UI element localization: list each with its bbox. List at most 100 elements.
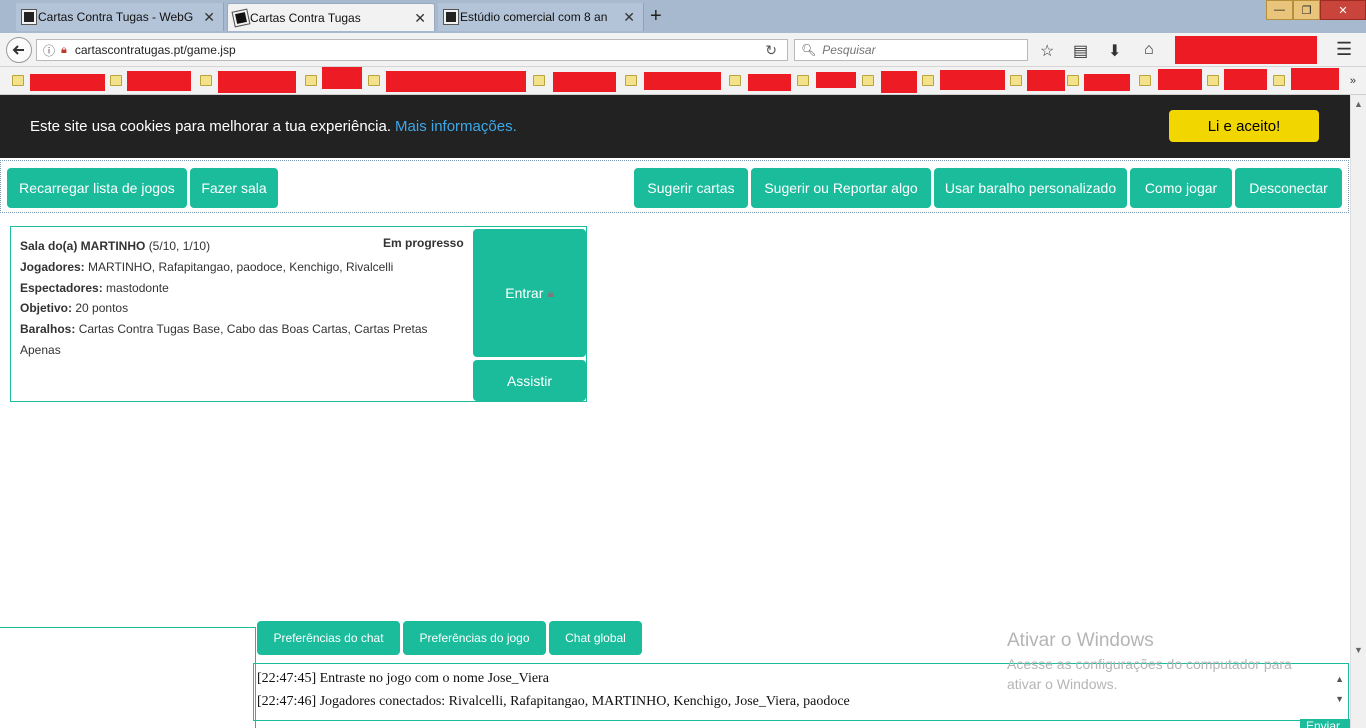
tab-title: Cartas Contra Tugas	[250, 10, 361, 25]
scroll-up-icon[interactable]: ▲	[1354, 99, 1363, 109]
suggest-cards-button[interactable]: Sugerir cartas	[634, 168, 748, 208]
watermark-subtitle: Acesse as configurações do computador pa…	[1007, 656, 1292, 692]
redacted-block	[1175, 36, 1317, 64]
scroll-down-icon[interactable]: ▼	[1354, 645, 1363, 655]
more-info-link[interactable]: Mais informações.	[395, 118, 517, 135]
browser-tab-1[interactable]: Cartas Contra Tugas - WebG ✕	[16, 3, 224, 31]
tab-chat-preferences[interactable]: Preferências do chat	[257, 621, 400, 655]
redacted-bookmark[interactable]	[386, 71, 526, 92]
info-icon[interactable]: ⓘ	[43, 42, 55, 59]
bookmark-folder-icon[interactable]	[368, 75, 380, 86]
site-favicon-icon	[443, 9, 459, 25]
redacted-bookmark[interactable]	[940, 70, 1005, 90]
reload-icon[interactable]: ↻	[765, 42, 777, 59]
suggest-report-button[interactable]: Sugerir ou Reportar algo	[751, 168, 931, 208]
bookmark-folder-icon[interactable]	[200, 75, 212, 86]
search-input[interactable]	[822, 43, 1023, 57]
accept-cookies-button[interactable]: Li e aceito!	[1169, 110, 1319, 142]
join-label: Entrar	[505, 285, 544, 301]
tab-close-icon[interactable]: ✕	[623, 9, 635, 26]
game-room-card: Sala do(a) MARTINHO (5/10, 1/10) Jogador…	[10, 226, 587, 402]
tab-title: Cartas Contra Tugas - WebG	[38, 10, 194, 24]
minimize-button[interactable]: —	[1266, 0, 1293, 20]
download-icon[interactable]: ⬇	[1108, 41, 1121, 61]
search-bar[interactable]: 🔍︎	[794, 39, 1028, 61]
home-icon[interactable]: ⌂	[1144, 41, 1154, 59]
tab-game-preferences[interactable]: Preferências do jogo	[403, 621, 546, 655]
reload-games-button[interactable]: Recarregar lista de jogos	[7, 168, 187, 208]
bookmark-folder-icon[interactable]	[922, 75, 934, 86]
lock-icon: 🔒︎	[547, 285, 554, 300]
bookmark-folder-icon[interactable]	[533, 75, 545, 86]
redacted-bookmark[interactable]	[553, 72, 616, 92]
room-info: Sala do(a) MARTINHO (5/10, 1/10) Jogador…	[20, 236, 470, 361]
game-toolbar: Recarregar lista de jogos Fazer sala Sug…	[0, 160, 1349, 213]
redacted-bookmark[interactable]	[1084, 74, 1130, 91]
browser-tab-strip: Cartas Contra Tugas - WebG ✕ Cartas Cont…	[0, 0, 1366, 33]
custom-deck-button[interactable]: Usar baralho personalizado	[934, 168, 1127, 208]
watch-room-button[interactable]: Assistir	[473, 360, 586, 401]
windows-activation-watermark: Ativar o Windows Acesse as configurações…	[1007, 630, 1327, 694]
browser-tab-2[interactable]: Cartas Contra Tugas ✕	[227, 3, 435, 31]
redacted-bookmark[interactable]	[30, 74, 105, 91]
redacted-bookmark[interactable]	[1291, 68, 1339, 90]
search-icon: 🔍︎	[801, 43, 817, 57]
hamburger-menu-icon[interactable]: ☰	[1336, 39, 1352, 60]
restore-button[interactable]: ❐	[1293, 0, 1320, 20]
join-room-button[interactable]: Entrar 🔒︎	[473, 229, 586, 357]
new-tab-button[interactable]: +	[650, 5, 662, 28]
insecure-lock-icon[interactable]: 🔒︎	[61, 44, 67, 57]
spectators-list: mastodonte	[106, 280, 169, 295]
page-scrollbar[interactable]: ▲ ▼	[1350, 95, 1366, 728]
back-arrow-icon[interactable]	[6, 37, 32, 63]
bookmarks-overflow-icon[interactable]: »	[1350, 75, 1356, 87]
goal-label: Objetivo:	[20, 301, 73, 316]
bookmark-folder-icon[interactable]	[625, 75, 637, 86]
redacted-bookmark[interactable]	[644, 72, 721, 90]
page-content: Este site usa cookies para melhorar a tu…	[0, 95, 1350, 728]
bookmark-folder-icon[interactable]	[797, 75, 809, 86]
browser-tab-3[interactable]: Estúdio comercial com 8 an ✕	[438, 3, 644, 31]
bookmark-folder-icon[interactable]	[1273, 75, 1285, 86]
bookmark-folder-icon[interactable]	[1207, 75, 1219, 86]
how-to-play-button[interactable]: Como jogar	[1130, 168, 1232, 208]
chat-scroll-down-icon[interactable]: ▼	[1335, 688, 1344, 711]
bookmark-folder-icon[interactable]	[1067, 75, 1079, 86]
players-label: Jogadores:	[20, 259, 85, 274]
redacted-bookmark[interactable]	[1158, 69, 1202, 90]
star-icon[interactable]: ☆	[1040, 41, 1054, 61]
url-text[interactable]: cartascontratugas.pt/game.jsp	[75, 43, 236, 57]
redacted-bookmark[interactable]	[748, 74, 791, 91]
reading-list-icon[interactable]: ▤	[1073, 41, 1088, 61]
redacted-bookmark[interactable]	[1224, 69, 1267, 90]
redacted-bookmark[interactable]	[322, 67, 362, 89]
decks-list: Cartas Contra Tugas Base, Cabo das Boas …	[20, 322, 428, 357]
room-title: Sala do(a) MARTINHO	[20, 239, 146, 253]
bookmark-folder-icon[interactable]	[110, 75, 122, 86]
decks-label: Baralhos:	[20, 322, 76, 337]
create-room-button[interactable]: Fazer sala	[190, 168, 278, 208]
url-bar[interactable]: ⓘ 🔒︎ cartascontratugas.pt/game.jsp ↻	[36, 39, 788, 61]
bookmark-folder-icon[interactable]	[1010, 75, 1022, 86]
tab-global-chat[interactable]: Chat global	[549, 621, 642, 655]
bookmark-folder-icon[interactable]	[12, 75, 24, 86]
cookie-banner: Este site usa cookies para melhorar a tu…	[0, 95, 1350, 158]
redacted-bookmark[interactable]	[127, 71, 191, 91]
redacted-bookmark[interactable]	[1027, 70, 1065, 91]
redacted-bookmark[interactable]	[816, 72, 856, 88]
bookmark-folder-icon[interactable]	[862, 75, 874, 86]
bookmarks-bar: »	[0, 67, 1366, 95]
tab-close-icon[interactable]: ✕	[203, 9, 215, 26]
bookmark-folder-icon[interactable]	[305, 75, 317, 86]
bookmark-folder-icon[interactable]	[729, 75, 741, 86]
disconnect-button[interactable]: Desconectar	[1235, 168, 1342, 208]
navigation-bar: ⓘ 🔒︎ cartascontratugas.pt/game.jsp ↻ 🔍︎ …	[0, 33, 1366, 67]
spectators-label: Espectadores:	[20, 280, 103, 295]
send-button[interactable]: Enviar	[1300, 719, 1350, 728]
bookmark-folder-icon[interactable]	[1139, 75, 1151, 86]
redacted-bookmark[interactable]	[218, 71, 296, 93]
window-close-button[interactable]: ✕	[1320, 0, 1366, 20]
site-favicon-icon	[21, 9, 37, 25]
tab-close-icon[interactable]: ✕	[414, 10, 426, 27]
redacted-bookmark[interactable]	[881, 71, 917, 93]
